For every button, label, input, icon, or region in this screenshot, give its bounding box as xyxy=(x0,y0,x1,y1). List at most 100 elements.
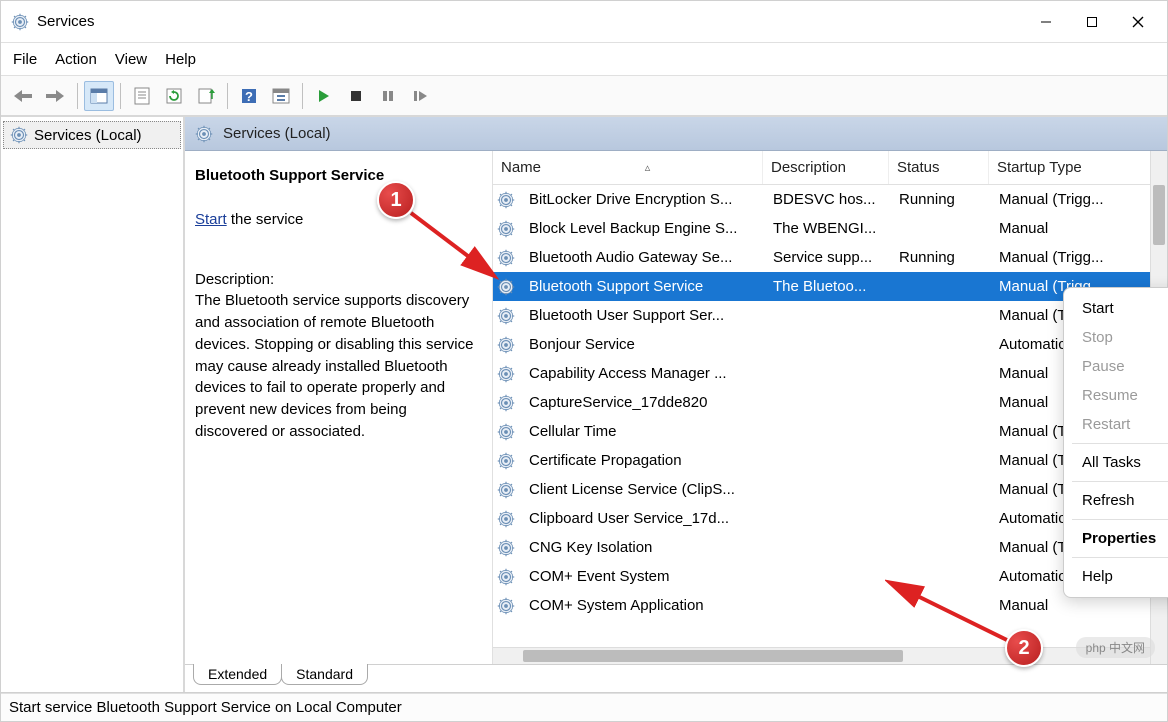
horizontal-scrollbar[interactable] xyxy=(493,647,1150,664)
restart-service-button[interactable] xyxy=(405,81,435,111)
context-stop[interactable]: Stop xyxy=(1064,323,1168,352)
gear-icon xyxy=(497,452,515,470)
gear-icon xyxy=(497,307,515,325)
gear-icon xyxy=(497,510,515,528)
sort-ascending-icon: ▵ xyxy=(645,161,651,174)
gear-icon xyxy=(497,597,515,615)
column-description[interactable]: Description xyxy=(763,151,889,184)
right-pane: Services (Local) Bluetooth Support Servi… xyxy=(185,117,1167,692)
tree-item-services-local[interactable]: Services (Local) xyxy=(3,121,181,149)
column-status[interactable]: Status xyxy=(889,151,989,184)
context-properties[interactable]: Properties xyxy=(1064,524,1168,553)
tree-item-label: Services (Local) xyxy=(34,127,142,144)
toolbar-separator xyxy=(77,83,78,109)
menu-separator xyxy=(1072,519,1168,520)
service-startup: Manual xyxy=(991,220,1167,237)
service-status: Running xyxy=(891,249,991,266)
service-status: Running xyxy=(891,191,991,208)
gear-icon xyxy=(497,365,515,383)
gear-icon xyxy=(497,481,515,499)
service-startup: Manual (Trigg... xyxy=(991,191,1167,208)
service-name: COM+ System Application xyxy=(521,597,765,614)
toolbar: ? xyxy=(1,75,1167,117)
gear-icon xyxy=(497,336,515,354)
start-service-line: Start the service xyxy=(195,209,478,231)
show-hide-tree-button[interactable] xyxy=(84,81,114,111)
back-button[interactable] xyxy=(9,81,39,111)
close-button[interactable] xyxy=(1115,2,1161,42)
annotation-badge-1: 1 xyxy=(377,181,415,219)
properties-button[interactable] xyxy=(127,81,157,111)
svg-text:?: ? xyxy=(245,89,253,104)
gear-icon xyxy=(497,394,515,412)
stop-service-button[interactable] xyxy=(341,81,371,111)
pause-service-button[interactable] xyxy=(373,81,403,111)
toolbar-separator xyxy=(120,83,121,109)
menu-file[interactable]: File xyxy=(13,51,37,68)
context-all-tasks[interactable]: All Tasks› xyxy=(1064,448,1168,477)
annotation-badge-2: 2 xyxy=(1005,629,1043,667)
gear-icon xyxy=(10,126,28,144)
scrollbar-thumb[interactable] xyxy=(523,650,903,662)
pane-header: Services (Local) xyxy=(185,117,1167,151)
menu-bar: File Action View Help xyxy=(1,43,1167,75)
maximize-button[interactable] xyxy=(1069,2,1115,42)
column-startup-type[interactable]: Startup Type xyxy=(989,151,1167,184)
service-name: Clipboard User Service_17d... xyxy=(521,510,765,527)
gear-icon xyxy=(497,539,515,557)
minimize-button[interactable] xyxy=(1023,2,1069,42)
export-button[interactable] xyxy=(191,81,221,111)
start-service-button[interactable] xyxy=(309,81,339,111)
bottom-tabs: Extended Standard xyxy=(185,664,1167,692)
service-row[interactable]: BitLocker Drive Encryption S...BDESVC ho… xyxy=(493,185,1167,214)
menu-action[interactable]: Action xyxy=(55,51,97,68)
service-row[interactable]: Bluetooth Audio Gateway Se...Service sup… xyxy=(493,243,1167,272)
gear-icon xyxy=(497,220,515,238)
context-refresh[interactable]: Refresh xyxy=(1064,486,1168,515)
pane-title: Services (Local) xyxy=(223,125,331,142)
title-bar: Services xyxy=(1,1,1167,43)
selected-service-title: Bluetooth Support Service xyxy=(195,165,478,187)
scrollbar-thumb[interactable] xyxy=(1153,185,1165,245)
start-service-link[interactable]: Start xyxy=(195,211,227,228)
context-resume[interactable]: Resume xyxy=(1064,381,1168,410)
detail-pane: Bluetooth Support Service Start the serv… xyxy=(185,151,493,664)
description-text: The Bluetooth service supports discovery… xyxy=(195,290,478,442)
context-pause[interactable]: Pause xyxy=(1064,352,1168,381)
service-name: CaptureService_17dde820 xyxy=(521,394,765,411)
tab-extended[interactable]: Extended xyxy=(193,664,282,685)
context-restart[interactable]: Restart xyxy=(1064,410,1168,439)
tree-pane: Services (Local) xyxy=(1,117,185,692)
column-name[interactable]: Name ▵ xyxy=(493,151,763,184)
service-row[interactable]: Block Level Backup Engine S...The WBENGI… xyxy=(493,214,1167,243)
menu-view[interactable]: View xyxy=(115,51,147,68)
menu-separator xyxy=(1072,481,1168,482)
help-button[interactable]: ? xyxy=(234,81,264,111)
window-title: Services xyxy=(37,13,95,30)
status-bar: Start service Bluetooth Support Service … xyxy=(1,693,1167,721)
service-name: Certificate Propagation xyxy=(521,452,765,469)
service-name: Block Level Backup Engine S... xyxy=(521,220,765,237)
service-startup: Manual (Trigg... xyxy=(991,249,1167,266)
menu-help[interactable]: Help xyxy=(165,51,196,68)
service-name: Client License Service (ClipS... xyxy=(521,481,765,498)
list-pane: Name ▵ Description Status Startup Type B… xyxy=(493,151,1167,664)
context-menu: Start Stop Pause Resume Restart All Task… xyxy=(1063,287,1168,598)
console-tree-button[interactable] xyxy=(266,81,296,111)
context-start[interactable]: Start xyxy=(1064,294,1168,323)
service-name: Capability Access Manager ... xyxy=(521,365,765,382)
gear-icon xyxy=(497,423,515,441)
forward-button[interactable] xyxy=(41,81,71,111)
list-header: Name ▵ Description Status Startup Type xyxy=(493,151,1167,185)
refresh-button[interactable] xyxy=(159,81,189,111)
service-name: CNG Key Isolation xyxy=(521,539,765,556)
context-help[interactable]: Help xyxy=(1064,562,1168,591)
service-description: The WBENGI... xyxy=(765,220,891,237)
tab-standard[interactable]: Standard xyxy=(281,664,368,685)
service-description: Service supp... xyxy=(765,249,891,266)
service-description: BDESVC hos... xyxy=(765,191,891,208)
service-description: The Bluetoo... xyxy=(765,278,891,295)
watermark: php 中文网 xyxy=(1076,637,1155,658)
start-service-suffix: the service xyxy=(227,211,304,228)
service-name: Bluetooth User Support Ser... xyxy=(521,307,765,324)
